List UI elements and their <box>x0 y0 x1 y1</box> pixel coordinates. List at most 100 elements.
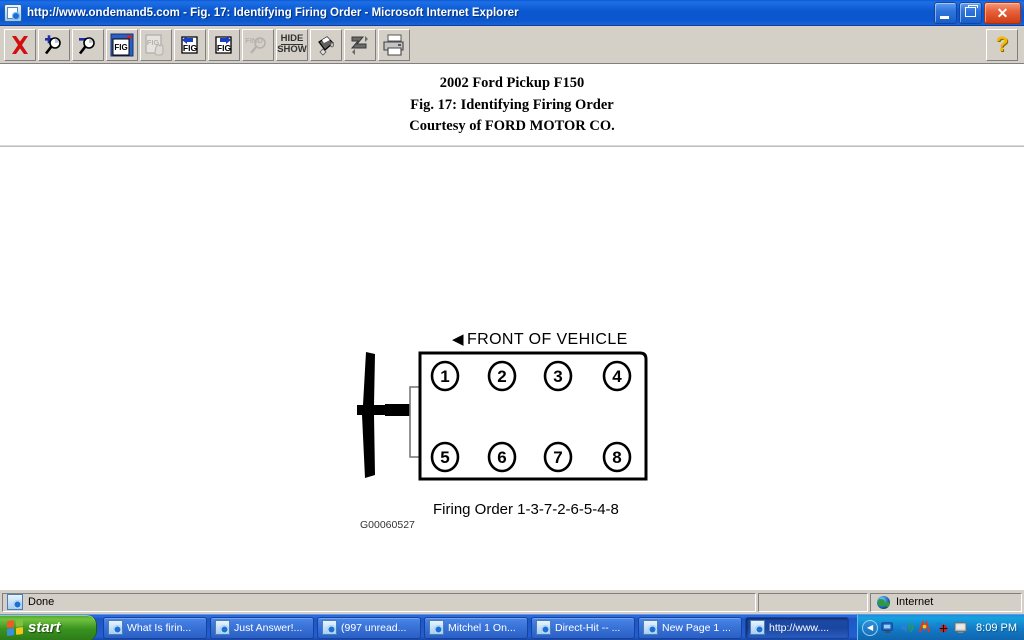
cylinder-7-number: 7 <box>553 448 562 467</box>
display-icon[interactable] <box>953 620 968 635</box>
status-spacer-pane <box>758 593 868 612</box>
cylinder-1-number: 1 <box>440 367 449 386</box>
minimize-button[interactable] <box>934 2 957 24</box>
taskbar-item-label: New Page 1 ... <box>662 622 731 634</box>
fig-right-arrow-icon: FIG <box>211 32 237 58</box>
svg-text:FIG: FIG <box>114 43 127 52</box>
start-label: start <box>28 620 61 635</box>
ie-page-icon <box>322 620 337 635</box>
zone-text: Internet <box>896 596 933 608</box>
next-figure-button[interactable]: FIG <box>208 29 240 61</box>
hide-show-text-icon: HIDE SHOW <box>277 34 307 55</box>
security-zone-pane[interactable]: Internet <box>870 593 1022 612</box>
ie-page-icon <box>7 594 23 610</box>
ie-page-icon <box>536 620 551 635</box>
show-label: SHOW <box>277 45 307 55</box>
figure-window-button[interactable]: FIG <box>106 29 138 61</box>
taskbar-item-label: What Is firin... <box>127 622 191 634</box>
ie-page-icon <box>108 620 123 635</box>
hide-show-button[interactable]: HIDE SHOW <box>276 29 308 61</box>
cylinder-3-number: 3 <box>553 367 562 386</box>
firing-order-figure: ◀FRONT OF VEHICLE <box>0 147 1024 577</box>
title-bar: http://www.ondemand5.com - Fig. 17: Iden… <box>0 0 1024 26</box>
document-heading: 2002 Ford Pickup F150 Fig. 17: Identifyi… <box>0 64 1024 138</box>
taskbar-buttons: What Is firin... Just Answer!... (997 un… <box>103 617 857 639</box>
taskbar-item[interactable]: New Page 1 ... <box>638 617 742 639</box>
cylinder-8-number: 8 <box>612 448 621 467</box>
ie-page-icon <box>215 620 230 635</box>
paint-bucket-icon <box>314 33 338 57</box>
zoom-in-button[interactable] <box>38 29 70 61</box>
close-figure-button[interactable] <box>4 29 36 61</box>
volume-icon[interactable] <box>899 620 914 635</box>
printer-icon <box>381 33 407 57</box>
front-of-vehicle-text: FRONT OF VEHICLE <box>467 331 628 348</box>
figure-drag-button: FIG <box>140 29 172 61</box>
help-button[interactable]: ? <box>986 29 1018 61</box>
print-button[interactable] <box>378 29 410 61</box>
heading-courtesy: Courtesy of FORD MOTOR CO. <box>0 116 1024 138</box>
close-icon: ✕ <box>985 3 1020 23</box>
taskbar-item[interactable]: (997 unread... <box>317 617 421 639</box>
fig-window-icon: FIG <box>109 32 135 58</box>
engine-mount-bracket <box>357 352 413 478</box>
tray-expand-icon[interactable]: ◀ <box>862 620 878 636</box>
window-controls: ✕ <box>934 2 1024 24</box>
ie-page-icon <box>429 620 444 635</box>
minimize-icon <box>940 16 949 19</box>
status-text: Done <box>28 596 54 608</box>
close-button[interactable]: ✕ <box>984 2 1021 24</box>
zoom-out-button[interactable] <box>72 29 104 61</box>
start-button[interactable]: start <box>0 615 97 640</box>
figure-image-code: G00060527 <box>360 519 415 531</box>
cylinder-2-number: 2 <box>497 367 506 386</box>
monitor-network-icon[interactable] <box>881 620 896 635</box>
heading-figure: Fig. 17: Identifying Firing Order <box>0 95 1024 117</box>
magnifier-minus-icon <box>76 33 100 57</box>
cylinder-6-number: 6 <box>497 448 506 467</box>
taskbar-item-label: (997 unread... <box>341 622 406 634</box>
taskbar-item-label: Just Answer!... <box>234 622 302 634</box>
figure-toolbar: FIG FIG FIG FIG FIND <box>0 26 1024 64</box>
rotate-button[interactable] <box>344 29 376 61</box>
firing-order-text: Firing Order 1-3-7-2-6-5-4-8 <box>433 501 619 518</box>
taskbar-clock[interactable]: 8:09 PM <box>976 622 1017 634</box>
taskbar-item[interactable]: What Is firin... <box>103 617 207 639</box>
cylinder-5-number: 5 <box>440 448 449 467</box>
question-mark-icon: ? <box>996 34 1009 55</box>
find-magnifier-icon: FIND <box>245 32 271 58</box>
document-viewport: 2002 Ford Pickup F150 Fig. 17: Identifyi… <box>0 64 1024 589</box>
taskbar-item[interactable]: Direct-Hit -- ... <box>531 617 635 639</box>
ie-page-icon <box>643 620 658 635</box>
window-title: http://www.ondemand5.com - Fig. 17: Iden… <box>27 7 519 19</box>
taskbar-item[interactable]: Just Answer!... <box>210 617 314 639</box>
status-message-pane: Done <box>2 593 756 612</box>
windows-taskbar: start What Is firin... Just Answer!... (… <box>0 614 1024 640</box>
engine-block-diagram: 1 2 3 4 5 6 7 8 <box>352 347 662 517</box>
taskbar-item-label: http://www.... <box>769 622 829 634</box>
cylinder-4-number: 4 <box>612 367 622 386</box>
heading-vehicle: 2002 Ford Pickup F150 <box>0 73 1024 95</box>
find-figure-button: FIND <box>242 29 274 61</box>
system-tray: ◀ <box>857 615 1024 640</box>
windows-flag-icon <box>7 619 23 636</box>
svg-text:FIG: FIG <box>217 43 232 53</box>
help-button-wrap: ? <box>984 29 1018 61</box>
ie-browser-window: http://www.ondemand5.com - Fig. 17: Iden… <box>0 0 1024 640</box>
restore-button[interactable] <box>959 2 982 24</box>
fig-left-arrow-icon: FIG <box>177 32 203 58</box>
svg-text:FIG: FIG <box>183 43 198 53</box>
paint-bucket-button[interactable] <box>310 29 342 61</box>
restore-icon <box>965 7 976 17</box>
norton-icon[interactable] <box>917 620 932 635</box>
taskbar-item[interactable]: Mitchel 1 On... <box>424 617 528 639</box>
magnifier-plus-icon <box>42 33 66 57</box>
previous-figure-button[interactable]: FIG <box>174 29 206 61</box>
ie-document-icon <box>4 4 22 22</box>
status-bar: Done Internet <box>0 589 1024 614</box>
antivirus-icon[interactable] <box>935 620 950 635</box>
taskbar-item-active[interactable]: http://www.... <box>745 617 849 639</box>
red-x-icon <box>9 34 31 56</box>
rotate-arrows-icon <box>348 33 372 57</box>
ie-page-icon <box>750 620 765 635</box>
